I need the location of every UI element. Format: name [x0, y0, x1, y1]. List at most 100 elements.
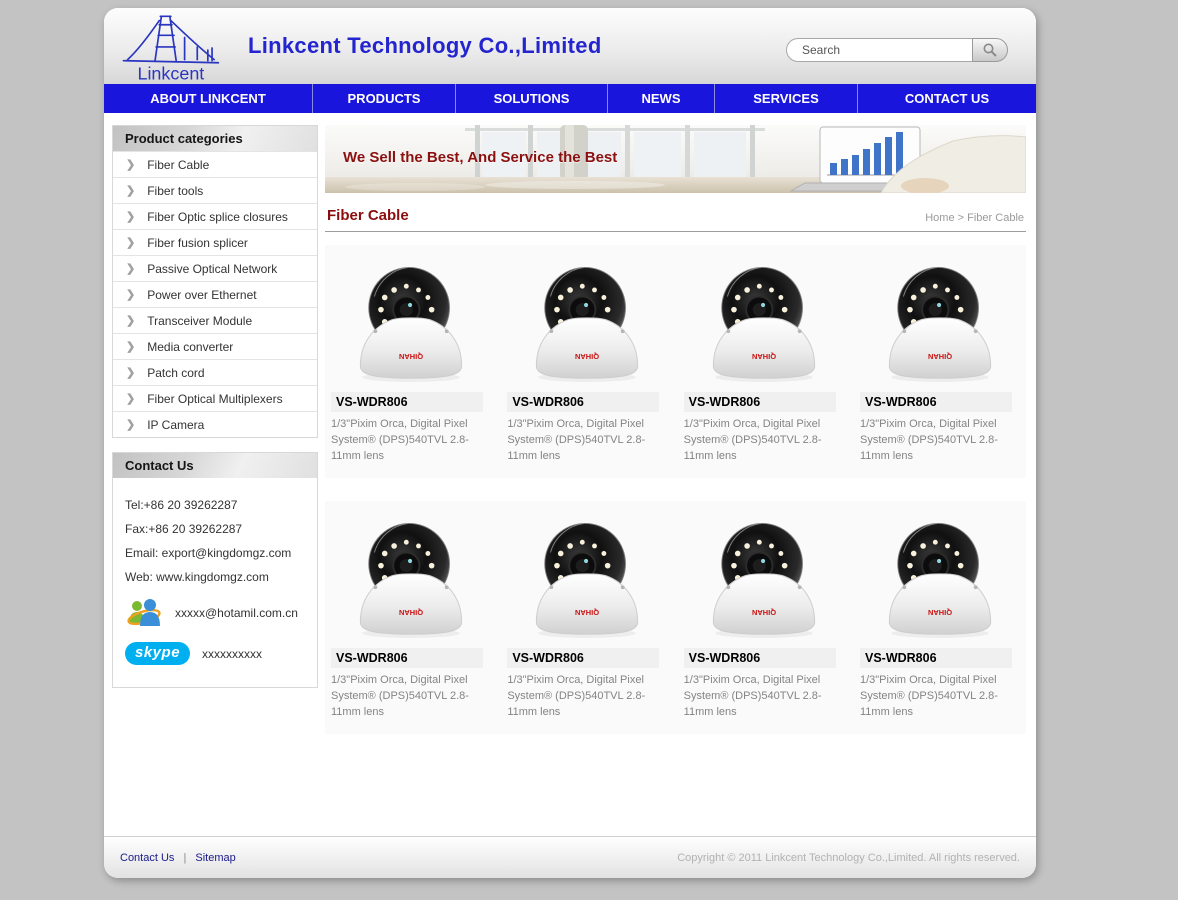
sidebar: Product categories ❯ Fiber Cable ❯ Fiber… — [112, 125, 318, 836]
chevron-right-icon: ❯ — [126, 158, 135, 171]
product-card[interactable]: QIHAN VS-WDR806 1/3"Pixim Orca, Digital … — [507, 257, 667, 464]
chevron-right-icon: ❯ — [126, 314, 135, 327]
category-label: Power over Ethernet — [147, 288, 256, 302]
main-nav: ABOUT LINKCENT PRODUCTS SOLUTIONS NEWS S… — [104, 84, 1036, 113]
nav-item[interactable]: SERVICES — [714, 84, 857, 113]
nav-item-label: SERVICES — [753, 91, 819, 106]
site-footer: Contact Us | Sitemap Copyright © 2011 Li… — [104, 836, 1036, 878]
breadcrumb-current: Fiber Cable — [967, 212, 1024, 224]
footer-links: Contact Us | Sitemap — [120, 852, 236, 864]
category-label: Media converter — [147, 340, 233, 354]
nav-item-label: SOLUTIONS — [494, 91, 570, 106]
nav-item[interactable]: CONTACT US — [857, 84, 1036, 113]
dome-camera-image[interactable]: QIHAN — [703, 513, 825, 639]
product-card[interactable]: QIHAN VS-WDR806 1/3"Pixim Orca, Digital … — [860, 513, 1020, 720]
product-card[interactable]: QIHAN VS-WDR806 1/3"Pixim Orca, Digital … — [684, 257, 844, 464]
category-label: Transceiver Module — [147, 314, 252, 328]
banner-slogan: We Sell the Best, And Service the Best — [343, 149, 617, 166]
category-label: Fiber Cable — [147, 158, 209, 172]
chevron-right-icon: ❯ — [126, 392, 135, 405]
main-column: We Sell the Best, And Service the Best F… — [325, 125, 1026, 836]
category-label: Fiber Optic splice closures — [147, 210, 288, 224]
sidebar-category-item[interactable]: ❯ Media converter — [113, 333, 317, 359]
product-description: 1/3"Pixim Orca, Digital Pixel System® (D… — [507, 672, 667, 720]
page-title-row: Fiber Cable Home > Fiber Cable — [325, 193, 1026, 232]
site-header: Linkcent Linkcent Technology Co.,Limited — [104, 8, 1036, 84]
nav-item-label: PRODUCTS — [348, 91, 421, 106]
dome-camera-image[interactable]: QIHAN — [350, 257, 472, 383]
nav-item[interactable]: ABOUT LINKCENT — [104, 84, 312, 113]
product-name[interactable]: VS-WDR806 — [507, 648, 659, 668]
product-card[interactable]: QIHAN VS-WDR806 1/3"Pixim Orca, Digital … — [684, 513, 844, 720]
magnifier-icon — [982, 42, 998, 58]
product-name[interactable]: VS-WDR806 — [331, 648, 483, 668]
hero-banner: We Sell the Best, And Service the Best — [325, 125, 1026, 193]
product-card[interactable]: QIHAN VS-WDR806 1/3"Pixim Orca, Digital … — [331, 257, 491, 464]
sidebar-category-item[interactable]: ❯ IP Camera — [113, 411, 317, 437]
sidebar-category-item[interactable]: ❯ Fiber Optical Multiplexers — [113, 385, 317, 411]
nav-item[interactable]: SOLUTIONS — [455, 84, 607, 113]
camera-brand-label: QIHAN — [928, 608, 952, 617]
skype-id: xxxxxxxxxx — [202, 647, 262, 661]
category-label: Fiber fusion splicer — [147, 236, 248, 250]
content-area: Product categories ❯ Fiber Cable ❯ Fiber… — [104, 113, 1036, 836]
sidebar-category-item[interactable]: ❯ Fiber tools — [113, 177, 317, 203]
camera-brand-label: QIHAN — [575, 608, 599, 617]
category-label: Fiber Optical Multiplexers — [147, 392, 282, 406]
nav-item-label: CONTACT US — [905, 91, 989, 106]
contact-email: Email: export@kingdomgz.com — [125, 546, 305, 560]
product-categories-title: Product categories — [113, 126, 317, 151]
product-image-wrap: QIHAN — [350, 257, 472, 388]
product-name[interactable]: VS-WDR806 — [860, 648, 1012, 668]
sidebar-category-item[interactable]: ❯ Fiber Cable — [113, 151, 317, 177]
sidebar-category-item[interactable]: ❯ Power over Ethernet — [113, 281, 317, 307]
page-container: Linkcent Linkcent Technology Co.,Limited… — [104, 8, 1036, 878]
footer-sitemap-link[interactable]: Sitemap — [195, 852, 235, 864]
search-bar — [786, 38, 1008, 62]
product-categories-panel: Product categories ❯ Fiber Cable ❯ Fiber… — [112, 125, 318, 438]
dome-camera-image[interactable]: QIHAN — [350, 513, 472, 639]
category-label: Passive Optical Network — [147, 262, 277, 276]
footer-contact-link[interactable]: Contact Us — [120, 852, 174, 864]
product-name[interactable]: VS-WDR806 — [684, 648, 836, 668]
camera-brand-label: QIHAN — [399, 608, 423, 617]
camera-brand-label: QIHAN — [752, 608, 776, 617]
chevron-right-icon: ❯ — [126, 418, 135, 431]
search-button[interactable] — [972, 38, 1008, 62]
dome-camera-image[interactable]: QIHAN — [526, 513, 648, 639]
product-name[interactable]: VS-WDR806 — [860, 392, 1012, 412]
product-name[interactable]: VS-WDR806 — [507, 392, 659, 412]
nav-item[interactable]: NEWS — [607, 84, 714, 113]
product-card[interactable]: QIHAN VS-WDR806 1/3"Pixim Orca, Digital … — [331, 513, 491, 720]
chevron-right-icon: ❯ — [126, 236, 135, 249]
search-input[interactable] — [786, 38, 972, 62]
sidebar-category-item[interactable]: ❯ Fiber fusion splicer — [113, 229, 317, 255]
sidebar-category-item[interactable]: ❯ Fiber Optic splice closures — [113, 203, 317, 229]
dome-camera-image[interactable]: QIHAN — [879, 257, 1001, 383]
dome-camera-image[interactable]: QIHAN — [879, 513, 1001, 639]
product-row-1: QIHAN VS-WDR806 1/3"Pixim Orca, Digital … — [325, 245, 1026, 478]
chevron-right-icon: ❯ — [126, 366, 135, 379]
product-image-wrap: QIHAN — [703, 257, 825, 388]
sidebar-category-item[interactable]: ❯ Patch cord — [113, 359, 317, 385]
linkcent-bridge-logo[interactable]: Linkcent — [114, 10, 232, 86]
sidebar-category-item[interactable]: ❯ Transceiver Module — [113, 307, 317, 333]
product-name[interactable]: VS-WDR806 — [684, 392, 836, 412]
category-label: Patch cord — [147, 366, 204, 380]
dome-camera-image[interactable]: QIHAN — [703, 257, 825, 383]
product-card[interactable]: QIHAN VS-WDR806 1/3"Pixim Orca, Digital … — [860, 257, 1020, 464]
page-title: Fiber Cable — [327, 207, 409, 224]
product-name[interactable]: VS-WDR806 — [331, 392, 483, 412]
contact-body: Tel:+86 20 39262287 Fax:+86 20 39262287 … — [113, 478, 317, 687]
camera-brand-label: QIHAN — [399, 352, 423, 361]
nav-item[interactable]: PRODUCTS — [312, 84, 455, 113]
product-image-wrap: QIHAN — [526, 257, 648, 388]
copyright-text: Copyright © 2011 Linkcent Technology Co.… — [677, 852, 1020, 864]
sidebar-category-item[interactable]: ❯ Passive Optical Network — [113, 255, 317, 281]
product-image-wrap: QIHAN — [879, 513, 1001, 644]
chevron-right-icon: ❯ — [126, 262, 135, 275]
dome-camera-image[interactable]: QIHAN — [526, 257, 648, 383]
product-card[interactable]: QIHAN VS-WDR806 1/3"Pixim Orca, Digital … — [507, 513, 667, 720]
breadcrumb-home[interactable]: Home — [925, 212, 954, 224]
contact-us-panel: Contact Us Tel:+86 20 39262287 Fax:+86 2… — [112, 452, 318, 688]
